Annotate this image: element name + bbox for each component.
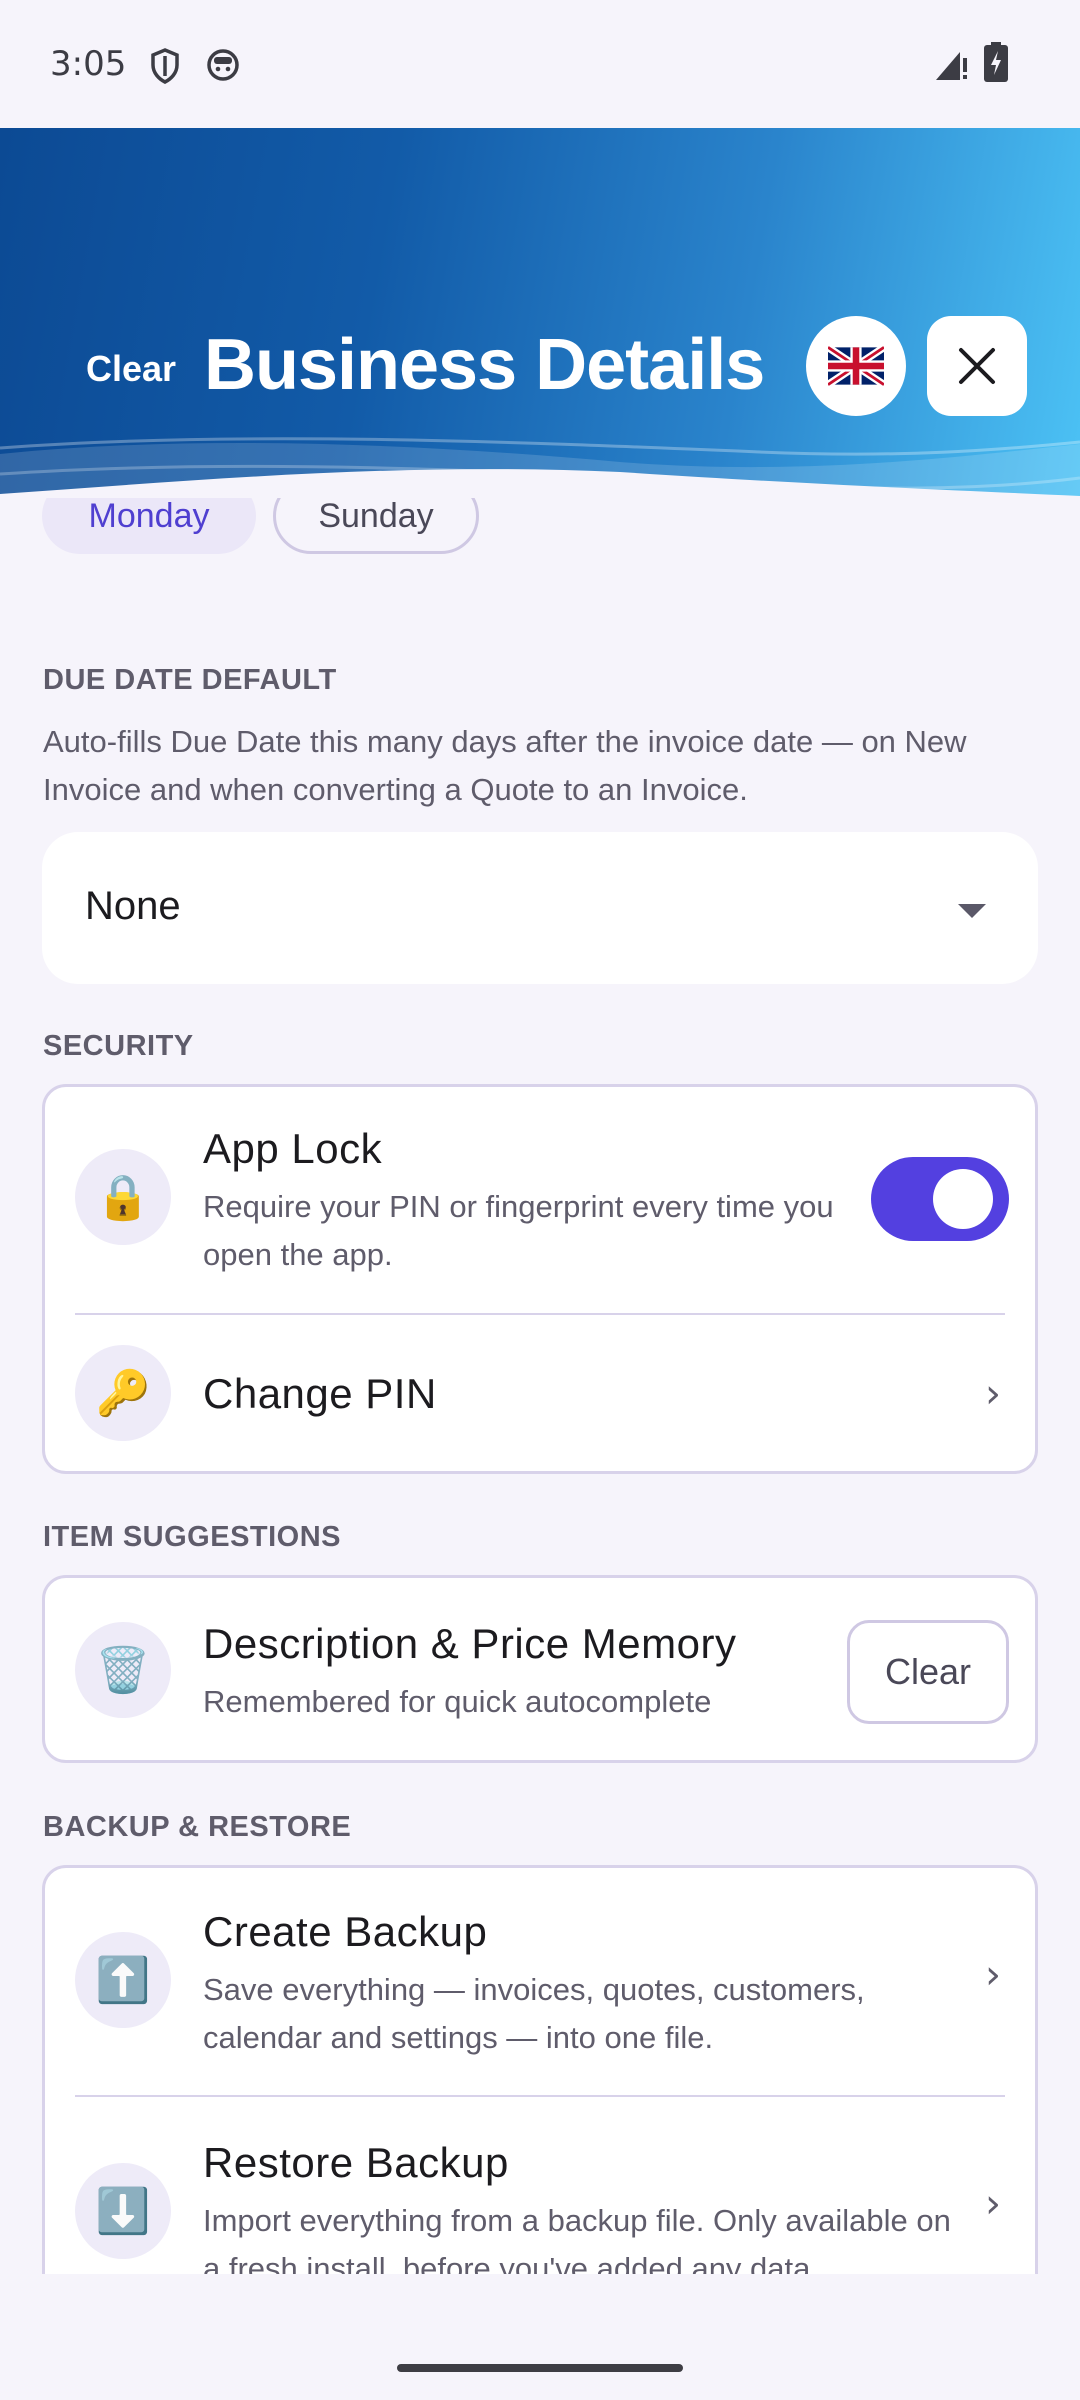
chip-monday[interactable]: Monday	[42, 498, 256, 554]
header-wave	[0, 437, 1080, 498]
section-label-due-date: DUE DATE DEFAULT	[43, 664, 337, 696]
chevron-right-icon: ›	[985, 1371, 1001, 1417]
security-card: 🔒 App Lock Require your PIN or fingerpri…	[42, 1084, 1038, 1474]
chevron-right-icon: ›	[985, 1952, 1001, 1998]
dropdown-value: None	[85, 884, 181, 928]
page-title: Business Details	[204, 325, 765, 405]
navigation-bar	[0, 2274, 1080, 2400]
home-gesture-handle[interactable]	[397, 2364, 683, 2372]
lock-icon: 🔒	[75, 1149, 171, 1245]
chevron-right-icon: ›	[985, 2181, 1001, 2227]
language-button[interactable]	[806, 316, 906, 416]
face-icon	[207, 49, 239, 81]
app-lock-row[interactable]: 🔒 App Lock Require your PIN or fingerpri…	[45, 1087, 1035, 1313]
chip-sunday[interactable]: Sunday	[273, 498, 479, 554]
create-backup-title: Create Backup	[203, 1908, 488, 1955]
dropdown-arrow-icon	[958, 904, 986, 918]
header: Clear Business Details	[0, 128, 1080, 498]
create-backup-subtitle: Save everything — invoices, quotes, cust…	[203, 1972, 865, 2055]
create-backup-row[interactable]: ⬆️ Create Backup Save everything — invoi…	[45, 1868, 1035, 2094]
backup-card: ⬆️ Create Backup Save everything — invoi…	[42, 1865, 1038, 2274]
restore-backup-subtitle: Import everything from a backup file. On…	[203, 2203, 951, 2274]
close-icon	[959, 348, 995, 384]
section-label-item-suggestions: ITEM SUGGESTIONS	[43, 1521, 342, 1553]
close-button[interactable]	[927, 316, 1027, 416]
restore-backup-title: Restore Backup	[203, 2139, 509, 2186]
app-lock-toggle[interactable]	[871, 1157, 1009, 1241]
clear-memory-button[interactable]: Clear	[847, 1620, 1009, 1724]
uk-flag-icon	[828, 346, 884, 386]
due-date-dropdown[interactable]: None	[42, 832, 1038, 984]
toggle-knob	[933, 1169, 993, 1229]
status-bar: 3:05	[0, 0, 1080, 128]
due-date-description: Auto-fills Due Date this many days after…	[43, 724, 967, 807]
signal-icon	[936, 52, 967, 80]
status-time: 3:05	[50, 44, 127, 84]
app-lock-subtitle: Require your PIN or fingerprint every ti…	[203, 1189, 834, 1272]
item-suggestions-card: 🗑️ Description & Price Memory Remembered…	[42, 1575, 1038, 1763]
change-pin-title: Change PIN	[203, 1370, 437, 1417]
restore-backup-row[interactable]: ⬇️ Restore Backup Import everything from…	[45, 2097, 1035, 2274]
change-pin-row[interactable]: 🔑 Change PIN ›	[45, 1315, 1035, 1471]
section-label-backup: BACKUP & RESTORE	[43, 1811, 352, 1843]
memory-row: 🗑️ Description & Price Memory Remembered…	[45, 1578, 1035, 1760]
header-clear-button[interactable]: Clear	[86, 348, 176, 390]
trash-icon: 🗑️	[75, 1622, 171, 1718]
upload-icon: ⬆️	[75, 1932, 171, 2028]
section-label-security: SECURITY	[43, 1030, 194, 1062]
memory-subtitle: Remembered for quick autocomplete	[203, 1684, 712, 1719]
memory-title: Description & Price Memory	[203, 1620, 737, 1667]
battery-icon	[984, 42, 1008, 82]
app-lock-title: App Lock	[203, 1125, 383, 1172]
key-icon: 🔑	[75, 1345, 171, 1441]
settings-scroll-area[interactable]: Monday Sunday DUE DATE DEFAULT Auto-fill…	[0, 498, 1080, 2274]
download-icon: ⬇️	[75, 2163, 171, 2259]
shield-icon	[151, 48, 179, 84]
